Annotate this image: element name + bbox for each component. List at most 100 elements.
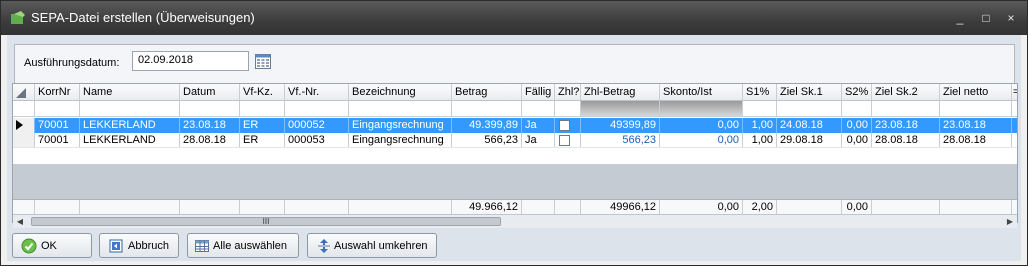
filter-s2[interactable] bbox=[842, 101, 872, 116]
swap-arrows-icon bbox=[318, 239, 330, 253]
invert-selection-button[interactable]: Auswahl umkehren bbox=[307, 233, 437, 258]
ok-label: OK bbox=[41, 240, 57, 252]
cell-datum: 23.08.18 bbox=[180, 118, 240, 133]
cell-skonto[interactable]: 0,00 bbox=[660, 133, 743, 147]
check-circle-icon bbox=[21, 238, 37, 254]
ok-button[interactable]: OK bbox=[12, 233, 92, 258]
cell-faellig: Ja bbox=[522, 133, 555, 147]
col-header-korrnr[interactable]: KorrNr bbox=[35, 84, 80, 100]
app-icon bbox=[11, 11, 25, 24]
col-header-faellig[interactable]: Fällig bbox=[522, 84, 555, 100]
table-row[interactable]: 70001 LEKKERLAND 28.08.18 ER 000053 Eing… bbox=[13, 133, 1017, 148]
filter-korrnr[interactable] bbox=[35, 101, 80, 116]
summary-row: 49.966,12 49966,12 0,00 2,00 0,00 bbox=[13, 199, 1017, 214]
cell-name: LEKKERLAND bbox=[80, 133, 180, 147]
filter-s1[interactable] bbox=[743, 101, 777, 116]
cell-skonto[interactable]: 0,00 bbox=[660, 118, 743, 133]
col-header-zhl[interactable]: Zhl? bbox=[555, 84, 581, 100]
cell-ziel-netto: 23.08.18 bbox=[940, 118, 1012, 133]
cell-ziel-sk2: 28.08.18 bbox=[872, 133, 940, 147]
col-header-ziel-sk1[interactable]: Ziel Sk.1 bbox=[777, 84, 842, 100]
payments-grid[interactable]: KorrNr Name Datum Vf-Kz. Vf.-Nr. Bezeich… bbox=[12, 83, 1018, 228]
close-button[interactable]: × bbox=[1002, 9, 1020, 27]
sum-zhl-betrag: 49966,12 bbox=[581, 200, 660, 214]
scroll-right-icon[interactable]: ▶ bbox=[1003, 215, 1017, 228]
corner-triangle-icon bbox=[16, 88, 26, 98]
cell-s1: 1,00 bbox=[743, 118, 777, 133]
cell-betrag: 566,23 bbox=[452, 133, 522, 147]
cell-zhl bbox=[555, 118, 581, 133]
col-header-vfkz[interactable]: Vf-Kz. bbox=[240, 84, 285, 100]
cancel-label: Abbruch bbox=[128, 240, 169, 252]
calendar-icon[interactable] bbox=[255, 53, 271, 69]
table-row[interactable]: 70001 LEKKERLAND 23.08.18 ER 000052 Eing… bbox=[13, 118, 1017, 133]
pay-checkbox[interactable] bbox=[559, 120, 570, 131]
col-header-s1[interactable]: S1% bbox=[743, 84, 777, 100]
col-header-vfnr[interactable]: Vf.-Nr. bbox=[285, 84, 349, 100]
cell-bezeichnung: Eingangsrechnung bbox=[349, 118, 452, 133]
cancel-button[interactable]: Abbruch bbox=[99, 233, 179, 258]
filter-row[interactable] bbox=[13, 101, 1017, 117]
filter-betrag[interactable] bbox=[452, 101, 522, 116]
col-header-datum[interactable]: Datum bbox=[180, 84, 240, 100]
cell-ziel-sk1: 29.08.18 bbox=[777, 133, 842, 147]
minimize-button[interactable]: _ bbox=[951, 9, 969, 27]
filter-faellig[interactable] bbox=[522, 101, 555, 116]
table-select-icon bbox=[195, 240, 209, 252]
filter-ziel-sk2[interactable] bbox=[872, 101, 940, 116]
cell-s1: 1,00 bbox=[743, 133, 777, 147]
filter-zhl[interactable] bbox=[555, 101, 581, 116]
cancel-door-icon bbox=[109, 239, 123, 253]
filter-ziel-netto[interactable] bbox=[940, 101, 1012, 116]
col-header-ziel-netto[interactable]: Ziel netto bbox=[940, 84, 1012, 100]
cell-betrag: 49.399,89 bbox=[452, 118, 522, 133]
filter-bezeichnung[interactable] bbox=[349, 101, 452, 116]
cell-bezeichnung: Eingangsrechnung bbox=[349, 133, 452, 147]
cell-zhl-betrag[interactable]: 566,23 bbox=[581, 133, 660, 147]
col-header-skonto[interactable]: Skonto/Ist bbox=[660, 84, 743, 100]
cell-s2: 0,00 bbox=[842, 118, 872, 133]
cell-korrnr: 70001 bbox=[35, 118, 80, 133]
col-header-bezeichnung[interactable]: Bezeichnung bbox=[349, 84, 452, 100]
cell-korrnr: 70001 bbox=[35, 133, 80, 147]
scroll-left-icon[interactable]: ◀ bbox=[13, 215, 27, 228]
col-header-ziel-sk2[interactable]: Ziel Sk.2 bbox=[872, 84, 940, 100]
col-header-betrag[interactable]: Betrag bbox=[452, 84, 522, 100]
corner-cell[interactable] bbox=[13, 84, 35, 100]
cell-faellig: Ja bbox=[522, 118, 555, 133]
cell-vfkz: ER bbox=[240, 133, 285, 147]
grid-empty-area bbox=[13, 164, 1017, 199]
cell-zhl-betrag[interactable]: 49399,89 bbox=[581, 118, 660, 133]
cell-ziel-sk2: 23.08.18 bbox=[872, 118, 940, 133]
sum-betrag: 49.966,12 bbox=[452, 200, 522, 214]
pay-checkbox[interactable] bbox=[559, 135, 570, 146]
title-bar[interactable]: SEPA-Datei erstellen (Überweisungen) _ □… bbox=[1, 1, 1027, 35]
col-header-zhl-betrag[interactable]: Zhl-Betrag bbox=[581, 84, 660, 100]
filter-vfnr[interactable] bbox=[285, 101, 349, 116]
col-header-more[interactable]: => bbox=[1012, 84, 1017, 100]
cell-ziel-netto: 28.08.18 bbox=[940, 133, 1012, 147]
filter-datum[interactable] bbox=[180, 101, 240, 116]
scroll-thumb[interactable]: III bbox=[31, 217, 501, 226]
execution-date-input[interactable]: 02.09.2018 bbox=[132, 51, 249, 71]
cell-zhl bbox=[555, 133, 581, 147]
row-indicator bbox=[13, 118, 35, 133]
horizontal-scrollbar[interactable]: ◀ III ▶ bbox=[13, 214, 1017, 228]
cell-vfkz: ER bbox=[240, 118, 285, 133]
execution-date-label: Ausführungsdatum: bbox=[24, 57, 120, 69]
select-all-label: Alle auswählen bbox=[213, 240, 287, 252]
cell-ziel-sk1: 24.08.18 bbox=[777, 118, 842, 133]
maximize-button[interactable]: □ bbox=[977, 9, 995, 27]
filter-skonto[interactable] bbox=[660, 101, 743, 116]
dialog-content: Ausführungsdatum: 02.09.2018 KorrNr Name bbox=[7, 35, 1021, 261]
cell-name: LEKKERLAND bbox=[80, 118, 180, 133]
filter-ziel-sk1[interactable] bbox=[777, 101, 842, 116]
filter-vfkz[interactable] bbox=[240, 101, 285, 116]
invert-selection-label: Auswahl umkehren bbox=[334, 240, 428, 252]
current-row-arrow-icon bbox=[16, 120, 23, 130]
select-all-button[interactable]: Alle auswählen bbox=[187, 233, 299, 258]
filter-name[interactable] bbox=[80, 101, 180, 116]
filter-zhl-betrag[interactable] bbox=[581, 101, 660, 116]
col-header-name[interactable]: Name bbox=[80, 84, 180, 100]
col-header-s2[interactable]: S2% bbox=[842, 84, 872, 100]
